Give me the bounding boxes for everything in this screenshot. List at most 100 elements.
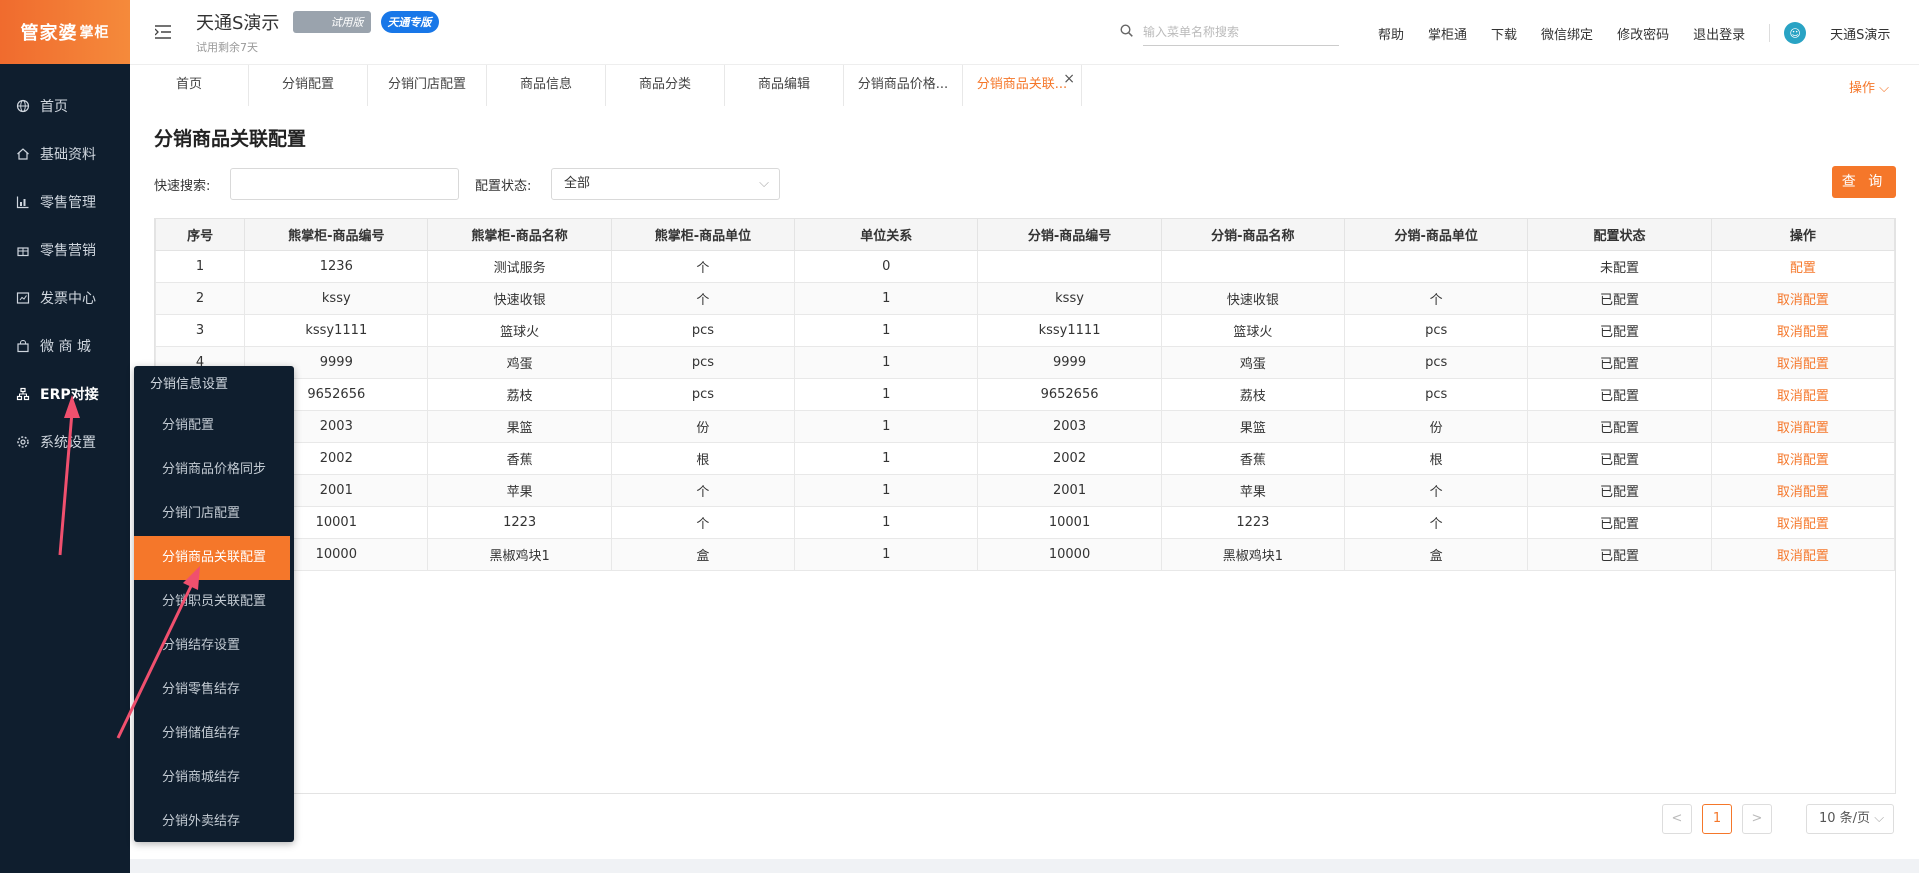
col-header-dist-unit[interactable]: 分销-商品单位	[1344, 218, 1529, 251]
table-row[interactable]: 62003果篮份12003果篮份已配置取消配置	[154, 410, 1896, 443]
menu-toggle-icon[interactable]	[130, 25, 196, 39]
submenu-item-mall-stock[interactable]: 分销商城结存	[134, 756, 294, 800]
sidebar-item-marketing[interactable]: 零售营销	[0, 226, 130, 274]
sidebar: 管家婆 掌柜 首页 基础资料 零售管理 零售营销 发票中心 微 商 城 ERP对…	[0, 0, 130, 873]
sidebar-item-label: 首页	[40, 99, 68, 115]
cancel-config-link[interactable]: 取消配置	[1710, 346, 1896, 379]
cell-xzg-unit: pcs	[610, 346, 796, 379]
user-name: 天通S演示	[1830, 27, 1891, 43]
menu-search	[1120, 18, 1339, 46]
cell-config-status: 已配置	[1527, 378, 1712, 411]
sidebar-item-erp[interactable]: ERP对接	[0, 370, 130, 418]
cell-dist-name: 鸡蛋	[1160, 346, 1346, 379]
table-row[interactable]: 59652656荔枝pcs19652656荔枝pcs已配置取消配置	[154, 378, 1896, 411]
zhangguitong-link[interactable]: 掌柜通	[1428, 24, 1467, 43]
cancel-config-link[interactable]: 取消配置	[1710, 410, 1896, 443]
submenu-item-stored-value-stock[interactable]: 分销储值结存	[134, 712, 294, 756]
prev-page-button[interactable]: <	[1662, 804, 1692, 834]
tab-product-category[interactable]: 商品分类	[606, 65, 725, 107]
cancel-config-link[interactable]: 取消配置	[1710, 314, 1896, 347]
col-header-config-status[interactable]: 配置状态	[1527, 218, 1712, 251]
logout-link[interactable]: 退出登录	[1693, 24, 1745, 43]
col-header-dist-code[interactable]: 分销-商品编号	[977, 218, 1162, 251]
tab-product-info[interactable]: 商品信息	[487, 65, 606, 107]
cell-dist-code: 9999	[977, 346, 1162, 379]
quick-search-input[interactable]	[230, 168, 459, 200]
cell-dist-unit: 个	[1344, 506, 1529, 539]
wechat-bind-link[interactable]: 微信绑定	[1541, 24, 1593, 43]
submenu-item-price-sync[interactable]: 分销商品价格同步	[134, 448, 294, 492]
table-row[interactable]: 72002香蕉根12002香蕉根已配置取消配置	[154, 442, 1896, 475]
col-header-xzg-unit[interactable]: 熊掌柜-商品单位	[610, 218, 796, 251]
ops-dropdown[interactable]: 操作 ⌵	[1849, 77, 1889, 96]
sidebar-item-basic-data[interactable]: 基础资料	[0, 130, 130, 178]
submenu-item-store-config[interactable]: 分销门店配置	[134, 492, 294, 536]
tab-product-link-config[interactable]: 分销商品关联... ×	[963, 65, 1082, 107]
submenu-item-distribution-config[interactable]: 分销配置	[134, 404, 294, 448]
sidebar-item-mall[interactable]: 微 商 城	[0, 322, 130, 370]
col-header-unit-relation[interactable]: 单位关系	[794, 218, 979, 251]
submenu-item-stock-settings[interactable]: 分销结存设置	[134, 624, 294, 668]
brand-name: 天通S演示	[196, 13, 280, 34]
avatar: ☺	[1784, 22, 1807, 44]
cancel-config-link[interactable]: 取消配置	[1710, 282, 1896, 315]
top-links: 帮助 掌柜通 下载 微信绑定 修改密码 退出登录 ☺ 天通S演示	[1378, 22, 1914, 44]
cancel-config-link[interactable]: 取消配置	[1710, 442, 1896, 475]
page-1-button[interactable]: 1	[1702, 804, 1732, 834]
sidebar-item-label: 基础资料	[40, 147, 96, 163]
query-button[interactable]: 查 询	[1832, 166, 1896, 198]
download-link[interactable]: 下载	[1491, 24, 1517, 43]
cell-dist-name: 荔枝	[1160, 378, 1346, 411]
col-header-dist-name[interactable]: 分销-商品名称	[1160, 218, 1346, 251]
sidebar-item-home[interactable]: 首页	[0, 82, 130, 130]
sidebar-item-retail[interactable]: 零售管理	[0, 178, 130, 226]
sidebar-item-settings[interactable]: 系统设置	[0, 418, 130, 466]
tab-price-sync[interactable]: 分销商品价格...	[844, 65, 963, 107]
ops-label: 操作	[1848, 81, 1875, 96]
col-header-xzg-code[interactable]: 熊掌柜-商品编号	[244, 218, 429, 251]
col-header-index[interactable]: 序号	[154, 218, 246, 251]
next-page-button[interactable]: >	[1742, 804, 1772, 834]
tab-home[interactable]: 首页	[130, 65, 249, 107]
sidebar-item-invoice[interactable]: 发票中心	[0, 274, 130, 322]
config-status-select[interactable]: 全部 ⌵	[551, 168, 780, 200]
sidebar-item-label: 微 商 城	[40, 339, 91, 355]
page-size-select[interactable]: 10 条/页 ⌵	[1806, 804, 1894, 834]
submenu-item-retail-stock[interactable]: 分销零售结存	[134, 668, 294, 712]
cell-config-status: 已配置	[1527, 506, 1712, 539]
table-row[interactable]: 82001苹果个12001苹果个已配置取消配置	[154, 474, 1896, 507]
submenu-item-staff-link-config[interactable]: 分销职员关联配置	[134, 580, 294, 624]
table-row[interactable]: 1010000黑椒鸡块1盒110000黑椒鸡块1盒已配置取消配置	[154, 538, 1896, 571]
table-row[interactable]: 4 9999 鸡蛋 pcs 1 9999 鸡蛋 pcs 已配置 取消配置	[154, 346, 1896, 379]
cell-unit-relation: 1	[794, 314, 979, 347]
tab-product-edit[interactable]: 商品编辑	[725, 65, 844, 107]
table-row[interactable]: 1 1236 测试服务个 0 未配置 配置	[154, 250, 1896, 283]
trial-remaining: 试用剩余7天	[196, 41, 258, 54]
cell-dist-name: 篮球火	[1160, 314, 1346, 347]
table-row[interactable]: 2 kssy 快速收银个 1 kssy 快速收银个已配置 取消配置	[154, 282, 1896, 315]
tab-distribution-config[interactable]: 分销配置	[249, 65, 368, 107]
col-header-xzg-name[interactable]: 熊掌柜-商品名称	[427, 218, 612, 251]
cell-index: 1	[154, 250, 246, 283]
submenu-item-product-link-config[interactable]: 分销商品关联配置	[134, 536, 290, 580]
cancel-config-link[interactable]: 取消配置	[1710, 506, 1896, 539]
submenu-item-takeaway-stock[interactable]: 分销外卖结存	[134, 800, 294, 844]
cancel-config-link[interactable]: 取消配置	[1710, 474, 1896, 507]
network-icon	[16, 387, 30, 401]
menu-search-input[interactable]	[1143, 18, 1339, 46]
table-row[interactable]: 3 kssy1111 篮球火 pcs 1 kssy1111 篮球火 pcs 已配置 取消配置	[154, 314, 1896, 347]
configure-link[interactable]: 配置	[1710, 250, 1896, 283]
cancel-config-link[interactable]: 取消配置	[1710, 378, 1896, 411]
close-icon[interactable]: ×	[1063, 65, 1075, 99]
change-password-link[interactable]: 修改密码	[1617, 24, 1669, 43]
page-tabs: 首页 分销配置 分销门店配置 商品信息 商品分类 商品编辑 分销商品价格... …	[130, 64, 1919, 107]
user-menu[interactable]: ☺ 天通S演示	[1784, 22, 1914, 44]
cell-dist-name: 快速收银	[1160, 282, 1346, 315]
cancel-config-link[interactable]: 取消配置	[1710, 538, 1896, 571]
cell-dist-code: 2003	[977, 410, 1162, 443]
table-row[interactable]: 9100011223个1100011223个已配置取消配置	[154, 506, 1896, 539]
cell-xzg-name: 果篮	[427, 410, 612, 443]
col-header-operation[interactable]: 操作	[1710, 218, 1896, 251]
help-link[interactable]: 帮助	[1378, 24, 1404, 43]
tab-store-config[interactable]: 分销门店配置	[368, 65, 487, 107]
